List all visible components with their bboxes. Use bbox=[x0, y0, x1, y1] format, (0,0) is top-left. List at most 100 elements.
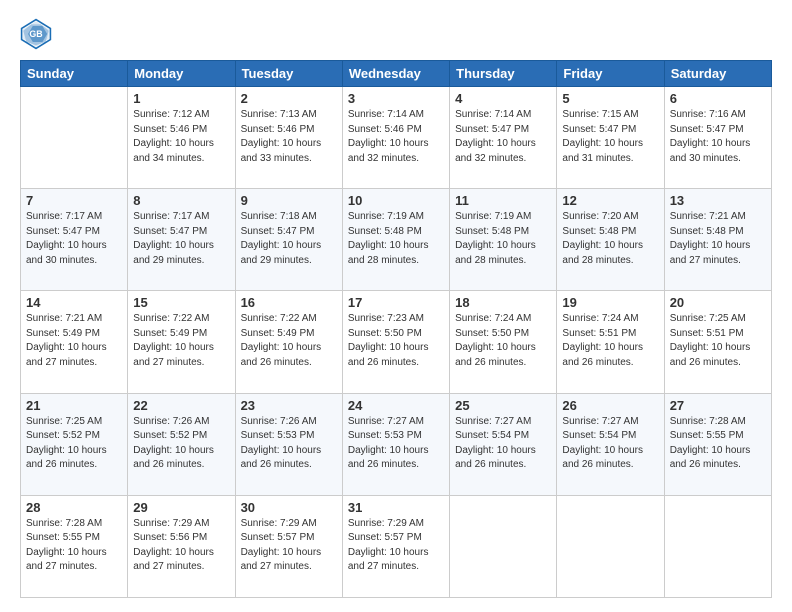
cell-info: Sunrise: 7:24 AMSunset: 5:50 PMDaylight:… bbox=[455, 312, 551, 370]
calendar-cell bbox=[557, 495, 664, 597]
calendar-cell: 1 Sunrise: 7:12 AMSunset: 5:46 PMDaylight… bbox=[128, 87, 235, 189]
calendar-table: SundayMondayTuesdayWednesdayThursdayFrid… bbox=[20, 60, 772, 598]
cell-info: Sunrise: 7:21 AMSunset: 5:48 PMDaylight:… bbox=[670, 210, 766, 268]
cell-info: Sunrise: 7:17 AMSunset: 5:47 PMDaylight:… bbox=[26, 210, 122, 268]
cell-date-number: 1 bbox=[133, 91, 229, 106]
cell-info: Sunrise: 7:29 AMSunset: 5:57 PMDaylight:… bbox=[348, 517, 444, 575]
calendar-cell: 28 Sunrise: 7:28 AMSunset: 5:55 PMDayligh… bbox=[21, 495, 128, 597]
cell-info: Sunrise: 7:16 AMSunset: 5:47 PMDaylight:… bbox=[670, 108, 766, 166]
calendar-week-2: 7 Sunrise: 7:17 AMSunset: 5:47 PMDaylight… bbox=[21, 189, 772, 291]
calendar-cell: 14 Sunrise: 7:21 AMSunset: 5:49 PMDayligh… bbox=[21, 291, 128, 393]
svg-text:GB: GB bbox=[29, 29, 42, 39]
cell-info: Sunrise: 7:15 AMSunset: 5:47 PMDaylight:… bbox=[562, 108, 658, 166]
calendar-cell bbox=[664, 495, 771, 597]
calendar-cell: 27 Sunrise: 7:28 AMSunset: 5:55 PMDayligh… bbox=[664, 393, 771, 495]
cell-info: Sunrise: 7:28 AMSunset: 5:55 PMDaylight:… bbox=[670, 415, 766, 473]
calendar-cell: 9 Sunrise: 7:18 AMSunset: 5:47 PMDaylight… bbox=[235, 189, 342, 291]
cell-date-number: 7 bbox=[26, 193, 122, 208]
calendar-cell: 21 Sunrise: 7:25 AMSunset: 5:52 PMDayligh… bbox=[21, 393, 128, 495]
cell-date-number: 22 bbox=[133, 398, 229, 413]
cell-date-number: 28 bbox=[26, 500, 122, 515]
calendar-cell: 12 Sunrise: 7:20 AMSunset: 5:48 PMDayligh… bbox=[557, 189, 664, 291]
calendar-cell: 6 Sunrise: 7:16 AMSunset: 5:47 PMDaylight… bbox=[664, 87, 771, 189]
day-header-thursday: Thursday bbox=[450, 61, 557, 87]
cell-info: Sunrise: 7:20 AMSunset: 5:48 PMDaylight:… bbox=[562, 210, 658, 268]
cell-date-number: 9 bbox=[241, 193, 337, 208]
calendar-cell: 4 Sunrise: 7:14 AMSunset: 5:47 PMDaylight… bbox=[450, 87, 557, 189]
cell-info: Sunrise: 7:14 AMSunset: 5:46 PMDaylight:… bbox=[348, 108, 444, 166]
cell-date-number: 14 bbox=[26, 295, 122, 310]
cell-info: Sunrise: 7:26 AMSunset: 5:52 PMDaylight:… bbox=[133, 415, 229, 473]
logo: GB bbox=[20, 18, 58, 50]
cell-date-number: 24 bbox=[348, 398, 444, 413]
cell-info: Sunrise: 7:27 AMSunset: 5:54 PMDaylight:… bbox=[455, 415, 551, 473]
calendar-cell: 15Sunrise: 7:22 AMSunset: 5:49 PMDayligh… bbox=[128, 291, 235, 393]
calendar-header-row: SundayMondayTuesdayWednesdayThursdayFrid… bbox=[21, 61, 772, 87]
calendar-cell: 7 Sunrise: 7:17 AMSunset: 5:47 PMDaylight… bbox=[21, 189, 128, 291]
cell-date-number: 16 bbox=[241, 295, 337, 310]
day-header-friday: Friday bbox=[557, 61, 664, 87]
cell-info: Sunrise: 7:12 AMSunset: 5:46 PMDaylight:… bbox=[133, 108, 229, 166]
cell-info: Sunrise: 7:26 AMSunset: 5:53 PMDaylight:… bbox=[241, 415, 337, 473]
calendar-cell bbox=[450, 495, 557, 597]
cell-date-number: 19 bbox=[562, 295, 658, 310]
day-header-saturday: Saturday bbox=[664, 61, 771, 87]
cell-info: Sunrise: 7:29 AMSunset: 5:57 PMDaylight:… bbox=[241, 517, 337, 575]
cell-date-number: 17 bbox=[348, 295, 444, 310]
cell-date-number: 30 bbox=[241, 500, 337, 515]
cell-date-number: 12 bbox=[562, 193, 658, 208]
cell-date-number: 2 bbox=[241, 91, 337, 106]
calendar-cell: 31 Sunrise: 7:29 AMSunset: 5:57 PMDayligh… bbox=[342, 495, 449, 597]
cell-info: Sunrise: 7:13 AMSunset: 5:46 PMDaylight:… bbox=[241, 108, 337, 166]
cell-date-number: 11 bbox=[455, 193, 551, 208]
calendar-week-3: 14 Sunrise: 7:21 AMSunset: 5:49 PMDayligh… bbox=[21, 291, 772, 393]
cell-info: Sunrise: 7:18 AMSunset: 5:47 PMDaylight:… bbox=[241, 210, 337, 268]
calendar-cell: 8Sunrise: 7:17 AMSunset: 5:47 PMDaylight… bbox=[128, 189, 235, 291]
cell-date-number: 31 bbox=[348, 500, 444, 515]
cell-date-number: 26 bbox=[562, 398, 658, 413]
cell-info: Sunrise: 7:17 AMSunset: 5:47 PMDaylight:… bbox=[133, 210, 229, 268]
cell-info: Sunrise: 7:25 AMSunset: 5:52 PMDaylight:… bbox=[26, 415, 122, 473]
calendar-cell: 19 Sunrise: 7:24 AMSunset: 5:51 PMDayligh… bbox=[557, 291, 664, 393]
cell-date-number: 25 bbox=[455, 398, 551, 413]
calendar-cell: 5Sunrise: 7:15 AMSunset: 5:47 PMDaylight… bbox=[557, 87, 664, 189]
cell-date-number: 6 bbox=[670, 91, 766, 106]
calendar-cell: 29 Sunrise: 7:29 AMSunset: 5:56 PMDayligh… bbox=[128, 495, 235, 597]
cell-date-number: 10 bbox=[348, 193, 444, 208]
cell-date-number: 20 bbox=[670, 295, 766, 310]
cell-info: Sunrise: 7:19 AMSunset: 5:48 PMDaylight:… bbox=[348, 210, 444, 268]
cell-date-number: 27 bbox=[670, 398, 766, 413]
header: GB bbox=[20, 18, 772, 50]
cell-date-number: 18 bbox=[455, 295, 551, 310]
cell-info: Sunrise: 7:27 AMSunset: 5:53 PMDaylight:… bbox=[348, 415, 444, 473]
day-header-tuesday: Tuesday bbox=[235, 61, 342, 87]
cell-date-number: 23 bbox=[241, 398, 337, 413]
page: GB SundayMondayTuesdayWednesdayThursdayF… bbox=[0, 0, 792, 612]
cell-date-number: 3 bbox=[348, 91, 444, 106]
cell-date-number: 21 bbox=[26, 398, 122, 413]
calendar-cell: 17 Sunrise: 7:23 AMSunset: 5:50 PMDayligh… bbox=[342, 291, 449, 393]
cell-info: Sunrise: 7:24 AMSunset: 5:51 PMDaylight:… bbox=[562, 312, 658, 370]
calendar-week-1: 1 Sunrise: 7:12 AMSunset: 5:46 PMDaylight… bbox=[21, 87, 772, 189]
logo-icon: GB bbox=[20, 18, 52, 50]
cell-info: Sunrise: 7:23 AMSunset: 5:50 PMDaylight:… bbox=[348, 312, 444, 370]
calendar-cell: 26Sunrise: 7:27 AMSunset: 5:54 PMDayligh… bbox=[557, 393, 664, 495]
calendar-cell: 20Sunrise: 7:25 AMSunset: 5:51 PMDayligh… bbox=[664, 291, 771, 393]
cell-date-number: 4 bbox=[455, 91, 551, 106]
cell-info: Sunrise: 7:28 AMSunset: 5:55 PMDaylight:… bbox=[26, 517, 122, 575]
calendar-cell: 23 Sunrise: 7:26 AMSunset: 5:53 PMDayligh… bbox=[235, 393, 342, 495]
cell-info: Sunrise: 7:14 AMSunset: 5:47 PMDaylight:… bbox=[455, 108, 551, 166]
calendar-cell bbox=[21, 87, 128, 189]
calendar-cell: 16Sunrise: 7:22 AMSunset: 5:49 PMDayligh… bbox=[235, 291, 342, 393]
day-header-sunday: Sunday bbox=[21, 61, 128, 87]
calendar-cell: 30 Sunrise: 7:29 AMSunset: 5:57 PMDayligh… bbox=[235, 495, 342, 597]
calendar-cell: 10 Sunrise: 7:19 AMSunset: 5:48 PMDayligh… bbox=[342, 189, 449, 291]
cell-date-number: 13 bbox=[670, 193, 766, 208]
day-header-monday: Monday bbox=[128, 61, 235, 87]
cell-info: Sunrise: 7:29 AMSunset: 5:56 PMDaylight:… bbox=[133, 517, 229, 575]
cell-info: Sunrise: 7:21 AMSunset: 5:49 PMDaylight:… bbox=[26, 312, 122, 370]
cell-date-number: 29 bbox=[133, 500, 229, 515]
calendar-cell: 25 Sunrise: 7:27 AMSunset: 5:54 PMDayligh… bbox=[450, 393, 557, 495]
calendar-cell: 3 Sunrise: 7:14 AMSunset: 5:46 PMDaylight… bbox=[342, 87, 449, 189]
calendar-cell: 13 Sunrise: 7:21 AMSunset: 5:48 PMDayligh… bbox=[664, 189, 771, 291]
